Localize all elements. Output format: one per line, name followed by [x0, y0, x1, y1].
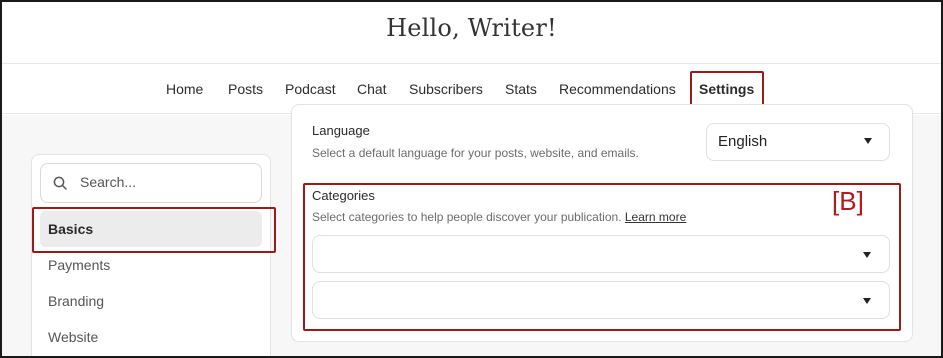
search-icon: [53, 176, 67, 190]
nav-item-posts[interactable]: Posts: [228, 64, 263, 114]
language-description: Select a default language for your posts…: [312, 146, 639, 160]
language-selected-value: English: [718, 133, 768, 150]
annotation-marker: [B]: [832, 186, 864, 216]
chevron-down-icon: [864, 138, 872, 144]
categories-highlight-box: [303, 183, 901, 331]
nav-item-home[interactable]: Home: [166, 64, 203, 114]
search-input[interactable]: [40, 163, 262, 203]
basics-highlight-box: [32, 207, 276, 253]
sidebar-item-branding[interactable]: Branding: [40, 283, 262, 319]
page-title: Hello, Writer!: [386, 14, 557, 42]
page-header: Hello, Writer!: [0, 0, 943, 64]
sidebar-item-website[interactable]: Website: [40, 319, 262, 355]
language-label: Language: [312, 123, 370, 138]
search-placeholder: Search...: [80, 174, 137, 190]
